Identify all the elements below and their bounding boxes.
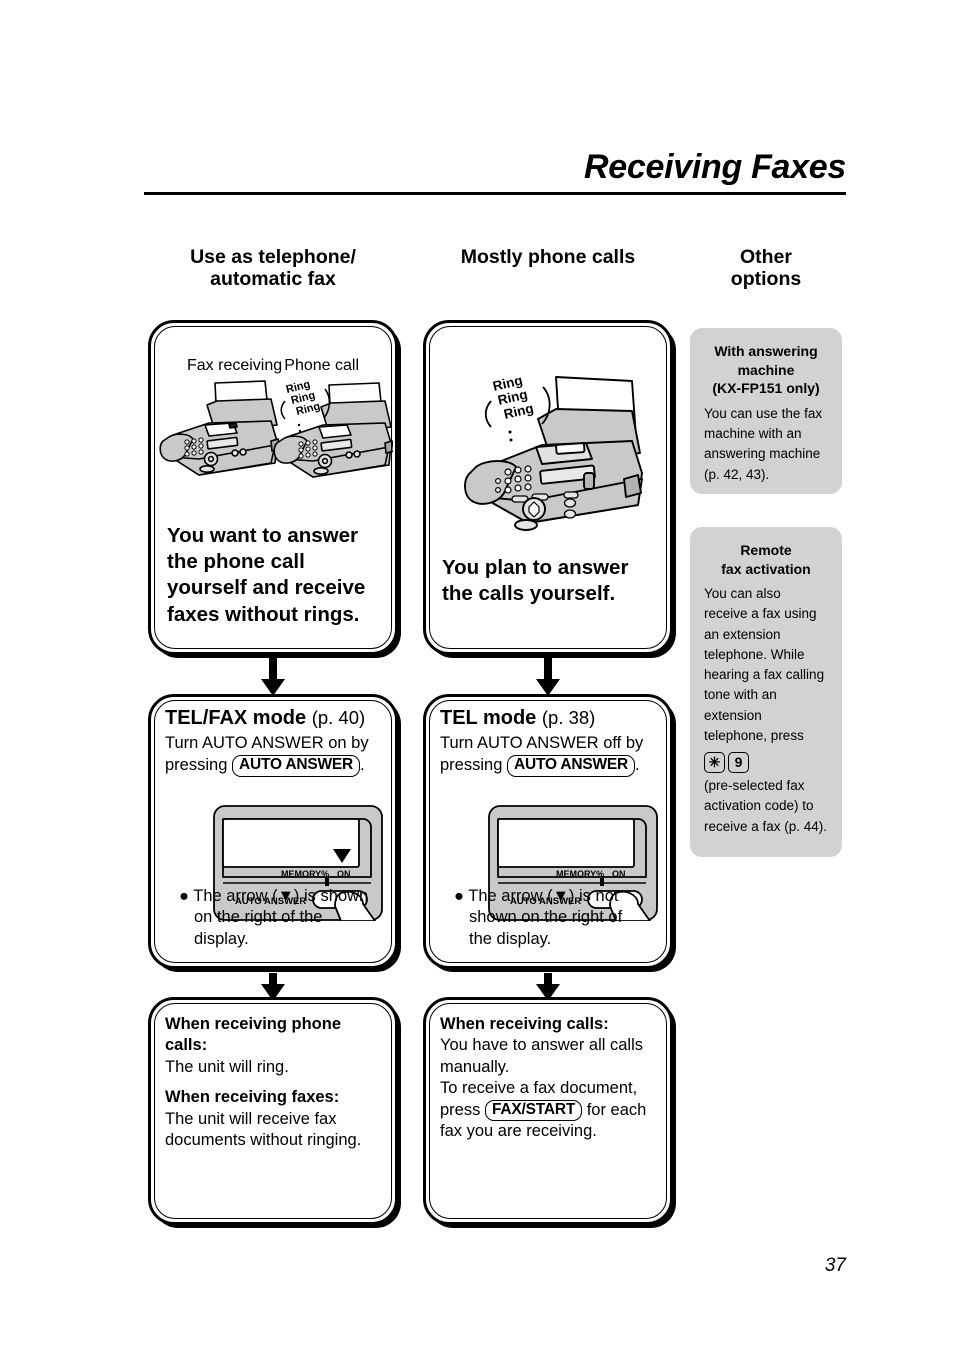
column-heading-3-line2: options bbox=[730, 267, 802, 290]
column-heading-2-line1: Mostly phone calls bbox=[460, 246, 636, 268]
sidebar-answering-machine-body: You can use the fax machine with an answ… bbox=[704, 405, 823, 482]
panel-on-label: ON bbox=[337, 869, 351, 879]
sidebar-remote-title-line1: Remote bbox=[740, 542, 792, 558]
caption-fax-receiving: Fax receiving bbox=[187, 357, 283, 374]
flow-arrow-col2-top bbox=[536, 653, 560, 696]
caption-phone-call: Phone call bbox=[284, 357, 359, 374]
asterisk-key-icon: ✳ bbox=[704, 752, 725, 774]
col2-mode-title: TEL mode (p. 38) bbox=[440, 707, 656, 730]
panel-memory-label: MEMORY% bbox=[281, 869, 329, 879]
col1-result-body-1: The unit will ring. bbox=[165, 1057, 289, 1076]
col1-result-head-1: When receiving phone calls: bbox=[165, 1015, 342, 1055]
flow-arrow-col1-top bbox=[261, 653, 285, 696]
sidebar-answering-machine-title: With answering machine (KX-FP151 only) bbox=[704, 342, 828, 398]
sidebar-remote-body: You can also receive a fax using an exte… bbox=[704, 584, 828, 837]
col2-mode-name: TEL mode bbox=[440, 707, 537, 729]
col1-mode-instruction-line1: Turn AUTO ANSWER on by bbox=[165, 734, 369, 752]
col1-mode-title: TEL/FAX mode (p. 40) bbox=[165, 707, 381, 730]
single-fax-machine-illustration: Ring Ring Ring bbox=[464, 375, 643, 531]
col1-scenario-box: Fax receiving Phone call Ring Ring Ring … bbox=[148, 320, 398, 655]
col1-result-head-2: When receiving faxes: bbox=[165, 1088, 340, 1107]
col1-result-box: When receiving phone calls: The unit wil… bbox=[148, 997, 398, 1225]
auto-answer-key[interactable]: AUTO ANSWER bbox=[506, 754, 636, 777]
col2-mode-instruction: Turn AUTO ANSWER off by pressing AUTO AN… bbox=[440, 733, 656, 777]
column-heading-3-line1: Other bbox=[739, 246, 792, 268]
sidebar-answering-machine-box: With answering machine (KX-FP151 only) Y… bbox=[690, 328, 842, 494]
page-title: Receiving Faxes bbox=[584, 148, 846, 186]
fax-start-key[interactable]: FAX/START bbox=[484, 1099, 583, 1122]
page-number: 37 bbox=[824, 1255, 846, 1276]
col1-mode-instruction-press: pressing bbox=[165, 755, 228, 774]
ring-sound-indicator: Ring Ring Ring bbox=[484, 375, 551, 442]
col2-scenario-statement: You plan to answer the calls yourself. bbox=[442, 556, 629, 606]
auto-answer-key[interactable]: AUTO ANSWER bbox=[231, 754, 361, 777]
col1-mode-page-ref: (p. 40) bbox=[311, 707, 366, 728]
column-heading-1-line1: Use as telephone/ bbox=[190, 246, 356, 268]
sidebar-remote-fax-activation-box: Remote fax activation You can also recei… bbox=[690, 527, 842, 857]
col1-result-body-2: The unit will receive fax documents with… bbox=[165, 1109, 362, 1150]
ring-sound-indicator: Ring Ring Ring bbox=[280, 379, 331, 433]
col2-result-box: When receiving calls: You have to answer… bbox=[423, 997, 673, 1225]
col1-mode-box: TEL/FAX mode (p. 40) Turn AUTO ANSWER on… bbox=[148, 694, 398, 969]
col2-mode-instruction-period: . bbox=[635, 755, 640, 774]
col1-scenario-statement: You want to answer the phone call yourse… bbox=[167, 524, 366, 626]
sidebar-remote-body-pre: You can also receive a fax using an exte… bbox=[704, 586, 825, 743]
sidebar-remote-title: Remote fax activation bbox=[704, 541, 828, 578]
panel-on-label: ON bbox=[612, 869, 626, 879]
col1-mode-note: ● The arrow (▼) is shown on the right of… bbox=[179, 886, 369, 948]
sidebar-remote-title-line2: fax activation bbox=[721, 560, 811, 577]
col1-mode-instruction: Turn AUTO ANSWER on by pressing AUTO ANS… bbox=[165, 733, 381, 777]
col2-scenario-box: Ring Ring Ring You plan to answer the ca… bbox=[423, 320, 673, 655]
column-heading-1-line2: automatic fax bbox=[210, 267, 336, 290]
title-divider bbox=[144, 192, 846, 195]
col1-mode-instruction-period: . bbox=[360, 755, 365, 774]
column-heading-3: Other options bbox=[690, 246, 842, 291]
col2-mode-box: TEL mode (p. 38) Turn AUTO ANSWER off by… bbox=[423, 694, 673, 969]
col2-mode-page-ref: (p. 38) bbox=[541, 707, 596, 728]
column-heading-2: Mostly phone calls bbox=[423, 246, 673, 269]
two-fax-machines-illustration: Ring Ring Ring bbox=[159, 379, 393, 478]
col2-mode-note: ● The arrow (▼) is not shown on the righ… bbox=[454, 886, 623, 948]
sidebar-remote-body-post: (pre-selected fax activation code) to re… bbox=[704, 778, 828, 834]
col2-result-body-2: To receive a fax document, press FAX/STA… bbox=[440, 1078, 656, 1142]
column-heading-1: Use as telephone/ automatic fax bbox=[148, 246, 398, 291]
col2-mode-instruction-press: pressing bbox=[440, 755, 503, 774]
col2-result-body-1: You have to answer all calls manually. bbox=[440, 1036, 644, 1076]
sidebar-am-title-line1: With answering bbox=[714, 343, 818, 359]
sidebar-am-title-line2: machine bbox=[737, 361, 795, 378]
col2-mode-instruction-line1: Turn AUTO ANSWER off by bbox=[440, 734, 644, 752]
col1-mode-name: TEL/FAX mode bbox=[165, 707, 307, 729]
col2-result-head-1: When receiving calls: bbox=[440, 1015, 609, 1033]
nine-key-icon: 9 bbox=[728, 752, 749, 774]
sidebar-am-title-line3: (KX-FP151 only) bbox=[712, 380, 820, 397]
panel-memory-label: MEMORY% bbox=[556, 869, 604, 879]
